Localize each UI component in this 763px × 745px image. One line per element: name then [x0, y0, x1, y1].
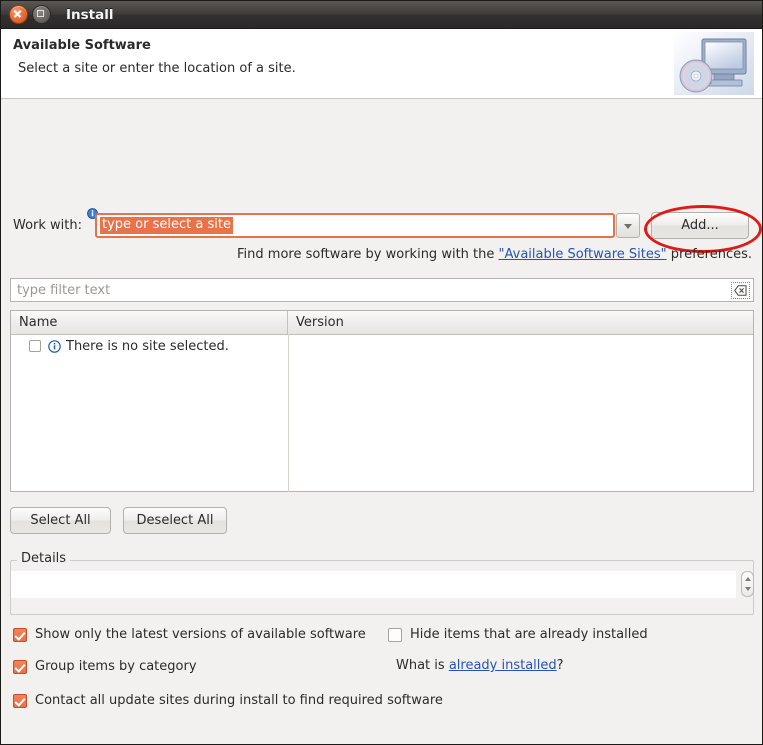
work-with-label: Work with: — [13, 218, 83, 233]
find-more-prefix: Find more software by working with the — [237, 247, 499, 262]
page-title: Available Software — [13, 38, 151, 53]
maximize-icon[interactable] — [32, 5, 51, 24]
wizard-header-banner: Available Software Select a site or ente… — [1, 29, 762, 99]
work-with-input-value[interactable]: type or select a site — [100, 216, 233, 235]
title-bar: Install — [1, 1, 762, 29]
work-with-combo[interactable]: type or select a site — [95, 213, 615, 238]
add-button[interactable]: Add... — [651, 212, 749, 239]
filter-placeholder: type filter text — [17, 282, 111, 298]
window-title: Install — [66, 6, 114, 23]
page-subtitle: Select a site or enter the location of a… — [18, 61, 296, 76]
column-divider — [288, 334, 289, 492]
what-is-suffix: ? — [556, 658, 564, 673]
row-name-cell: There is no site selected. — [66, 338, 229, 354]
spinner-up-down-icon[interactable] — [741, 571, 754, 597]
column-header-version[interactable]: Version — [288, 311, 753, 334]
find-more-suffix: preferences. — [666, 247, 752, 262]
what-is-already-installed-text: What is already installed? — [396, 658, 564, 673]
close-icon[interactable] — [9, 5, 28, 24]
install-dialog-window: Install Available Software Select a site… — [0, 0, 763, 745]
checkbox-label: Group items by category — [35, 659, 197, 674]
already-installed-link[interactable]: already installed — [449, 658, 557, 673]
checkbox-box[interactable] — [13, 659, 27, 674]
details-label: Details — [17, 551, 71, 566]
available-software-sites-link[interactable]: "Available Software Sites" — [499, 247, 667, 262]
clear-text-icon[interactable] — [731, 282, 750, 299]
info-icon — [48, 339, 61, 353]
details-text-area[interactable] — [11, 571, 736, 598]
what-is-prefix: What is — [396, 658, 449, 673]
install-computer-cd-icon — [674, 32, 754, 95]
checkbox-label: Contact all update sites during install … — [35, 693, 443, 708]
checkbox-group-by-category[interactable]: Group items by category — [13, 659, 197, 674]
checkbox-hide-already-installed[interactable]: Hide items that are already installed — [388, 627, 648, 642]
deselect-all-button[interactable]: Deselect All — [123, 507, 227, 534]
checkbox-box[interactable] — [13, 693, 27, 708]
checkbox-contact-update-sites[interactable]: Contact all update sites during install … — [13, 693, 443, 708]
checkbox-label: Show only the latest versions of availab… — [35, 627, 366, 642]
table-header-row: Name Version — [11, 311, 753, 335]
checkbox-box[interactable] — [13, 627, 27, 642]
available-software-table[interactable]: Name Version There is no site selected. — [10, 310, 754, 492]
select-all-button[interactable]: Select All — [10, 507, 111, 534]
checkbox-box[interactable] — [388, 627, 402, 642]
chevron-down-icon[interactable] — [616, 213, 640, 238]
table-row[interactable]: There is no site selected. — [11, 335, 753, 357]
filter-input[interactable]: type filter text — [10, 278, 754, 302]
row-checkbox[interactable] — [29, 340, 41, 352]
find-more-software-text: Find more software by working with the "… — [1, 247, 752, 262]
checkbox-label: Hide items that are already installed — [410, 627, 648, 642]
checkbox-show-latest-versions[interactable]: Show only the latest versions of availab… — [13, 627, 366, 642]
column-header-name[interactable]: Name — [11, 311, 288, 334]
